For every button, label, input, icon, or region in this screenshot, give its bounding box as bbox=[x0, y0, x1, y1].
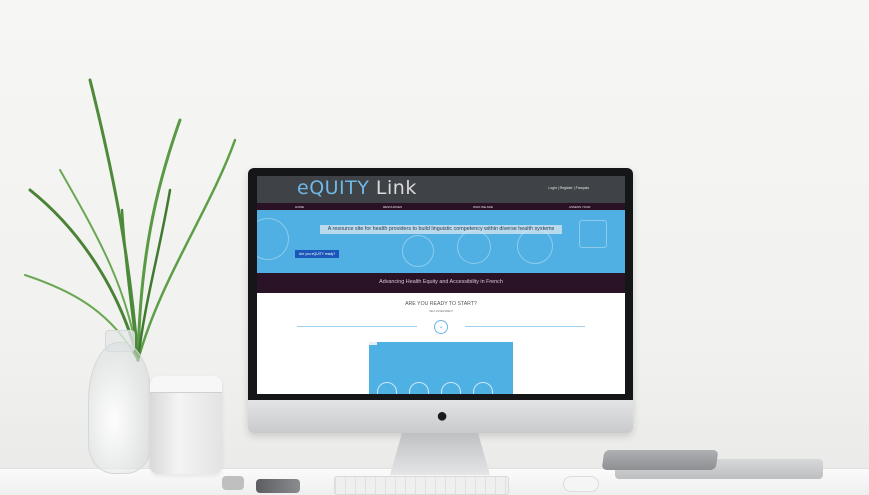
tablet bbox=[601, 450, 719, 470]
imac-stand bbox=[390, 433, 490, 475]
logo-suffix: Link bbox=[369, 177, 417, 199]
video-illustration-icon bbox=[473, 382, 493, 394]
hero-banner: A resource site for health providers to … bbox=[257, 210, 625, 273]
glass-vase bbox=[88, 342, 152, 474]
hero-deco-shape bbox=[257, 218, 289, 260]
speaker-top bbox=[150, 376, 222, 393]
top-links[interactable]: Login | Register | Français bbox=[548, 186, 589, 190]
video-preview[interactable] bbox=[369, 342, 513, 394]
video-illustration-icon bbox=[409, 382, 429, 394]
ready-subtitle: SELF ASSESSMENT bbox=[429, 310, 453, 313]
hero-deco-shape bbox=[402, 235, 434, 267]
site-logo[interactable]: eQUITY Link bbox=[297, 177, 417, 199]
hero-deco-shape bbox=[579, 220, 607, 248]
website-screen: eQUITY Link Login | Register | Français … bbox=[257, 176, 625, 394]
mission-band: Advancing Health Equity and Accessibilit… bbox=[257, 273, 625, 293]
equity-ready-button[interactable]: Are you eQUITY ready? bbox=[295, 250, 340, 258]
watch bbox=[222, 476, 244, 490]
nav-item-assess[interactable]: ASSESS YOUR bbox=[569, 205, 590, 209]
logo-prefix: eQUITY bbox=[297, 177, 370, 199]
speaker bbox=[150, 376, 222, 474]
video-tag bbox=[369, 342, 377, 345]
mission-text: Advancing Health Equity and Accessibilit… bbox=[379, 279, 503, 285]
video-illustration-icon bbox=[441, 382, 461, 394]
photo-scene: ● eQUITY Link Login | Register | Françai… bbox=[0, 0, 869, 495]
divider-left bbox=[297, 326, 417, 327]
hero-tagline: A resource site for health providers to … bbox=[320, 225, 562, 234]
apple-logo-icon: ● bbox=[435, 405, 449, 427]
main-nav: HOME RESOURCES WHO WE ARE ASSESS YOUR bbox=[257, 203, 625, 210]
video-illustration-icon bbox=[377, 382, 397, 394]
nav-item-resources[interactable]: RESOURCES bbox=[383, 205, 402, 209]
site-header: eQUITY Link Login | Register | Français bbox=[257, 176, 625, 203]
mouse bbox=[563, 476, 599, 492]
nav-item-who-we-are[interactable]: WHO WE ARE bbox=[473, 205, 493, 209]
chevron-down-icon[interactable]: ⌄ bbox=[434, 320, 448, 334]
ready-title: ARE YOU READY TO START? bbox=[405, 301, 477, 307]
phone bbox=[256, 479, 300, 493]
keyboard bbox=[334, 476, 509, 495]
nav-item-home[interactable]: HOME bbox=[295, 205, 304, 209]
hero-deco-shape bbox=[457, 230, 491, 264]
divider-right bbox=[465, 326, 585, 327]
